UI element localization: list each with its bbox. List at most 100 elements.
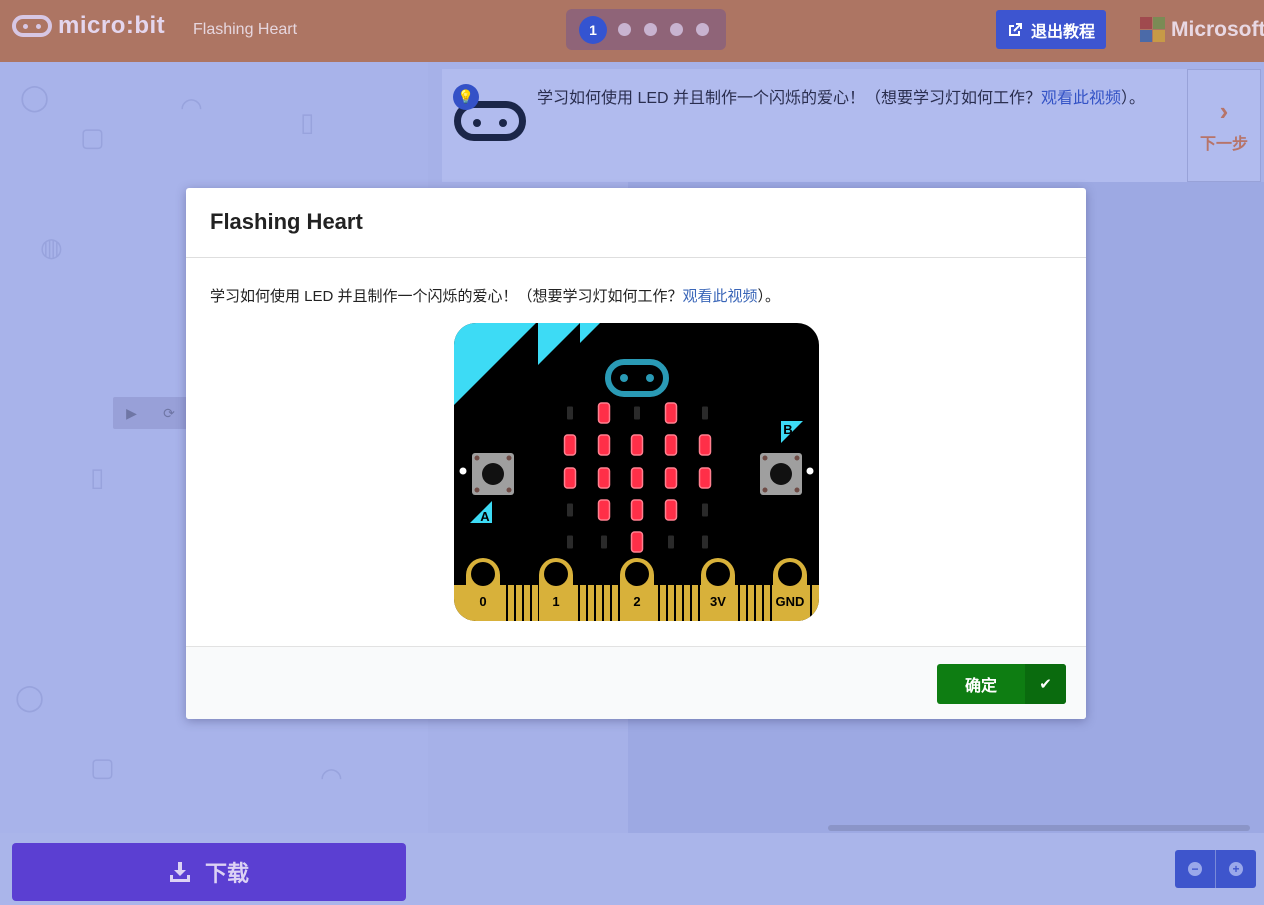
step-3[interactable] (644, 23, 657, 36)
next-step-button[interactable]: › 下一步 (1187, 69, 1261, 182)
modal-header: Flashing Heart (186, 188, 1086, 258)
modal-description: 学习如何使用 LED 并且制作一个闪烁的爱心！（想要学习灯如何工作？观看此视频）… (210, 285, 1062, 306)
led-off (702, 406, 708, 420)
edge-strip (738, 585, 740, 621)
watch-video-link[interactable]: 观看此视频 (1041, 90, 1121, 107)
horizontal-scrollbar[interactable] (828, 825, 1250, 831)
ok-label: 确定 (964, 678, 997, 695)
led-on (630, 531, 644, 553)
modal-footer: 确定 ✔ (186, 646, 1086, 719)
microbit-board: A B 0 1 2 3V GND (454, 323, 819, 621)
microsoft-logo[interactable]: Microsoft (1140, 17, 1264, 42)
external-link-icon (1008, 22, 1022, 36)
edge-strip (594, 585, 596, 621)
led-on (597, 402, 611, 424)
zoom-in-icon: + (1229, 862, 1243, 876)
simulator-controls: ▶ ⟳ (113, 397, 188, 429)
pattern-icon: ▢ (80, 122, 105, 152)
pin-gnd[interactable]: GND (773, 558, 807, 621)
chevron-right-icon: › (1219, 95, 1229, 126)
ok-button[interactable]: 确定 ✔ (937, 664, 1066, 704)
pin-label: 2 (633, 594, 640, 609)
led-off (668, 535, 674, 549)
edge-strip (522, 585, 524, 621)
download-icon (169, 862, 190, 882)
pattern-icon: ◠ (180, 92, 203, 122)
pattern-icon: ▢ (90, 752, 115, 782)
modal-description-text: 学习如何使用 LED 并且制作一个闪烁的爱心！（想要学习灯如何工作？ (210, 288, 683, 305)
edge-strip (746, 585, 748, 621)
edge-strip (810, 585, 812, 621)
led-on (563, 434, 577, 456)
button-a-label: A (480, 509, 490, 524)
tutorial-instruction-suffix: ）。 (1121, 90, 1146, 107)
step-4[interactable] (670, 23, 683, 36)
pin-1[interactable]: 1 (539, 558, 573, 621)
watch-video-link[interactable]: 观看此视频 (683, 288, 758, 305)
led-off (567, 406, 573, 420)
led-on (664, 402, 678, 424)
pin-2[interactable]: 2 (620, 558, 654, 621)
pin-label: GND (776, 594, 805, 609)
edge-strip (770, 585, 772, 621)
pattern-icon: ▯ (300, 107, 315, 137)
download-button[interactable]: 下载 (12, 843, 406, 901)
led-on (563, 467, 577, 489)
restart-icon[interactable]: ⟳ (163, 405, 175, 422)
led-on (664, 499, 678, 521)
edge-strip (530, 585, 532, 621)
zoom-out-button[interactable]: − (1175, 850, 1215, 888)
step-2[interactable] (618, 23, 631, 36)
step-1[interactable]: 1 (579, 15, 607, 44)
modal-title: Flashing Heart (210, 209, 363, 234)
microbit-board-image: A B 0 1 2 3V GND (454, 323, 819, 621)
top-bar: micro:bit Flashing Heart 1 退出教程 Microsof… (0, 0, 1264, 62)
edge-strip (698, 585, 700, 621)
pattern-icon: ◯ (15, 682, 45, 712)
edge-strip (754, 585, 756, 621)
tutorial-intro-modal: Flashing Heart 学习如何使用 LED 并且制作一个闪烁的爱心！（想… (186, 188, 1086, 719)
led-off (702, 503, 708, 517)
step-5[interactable] (696, 23, 709, 36)
logo-text: micro:bit (58, 12, 166, 39)
edge-strip (610, 585, 612, 621)
led-on (698, 467, 712, 489)
pin-label: 0 (479, 594, 486, 609)
microbit-logo[interactable]: micro:bit (12, 12, 165, 40)
edge-strip (602, 585, 604, 621)
led-on (597, 467, 611, 489)
pin-3v[interactable]: 3V (701, 558, 735, 621)
tutorial-stepper: 1 (566, 9, 726, 50)
led-off (567, 503, 573, 517)
pin-0[interactable]: 0 (466, 558, 500, 621)
zoom-out-icon: − (1188, 862, 1202, 876)
pattern-icon: ◍ (40, 232, 63, 262)
play-icon[interactable]: ▶ (126, 405, 137, 422)
led-on (597, 434, 611, 456)
microbit-logo-icon (12, 15, 52, 37)
led-on (664, 467, 678, 489)
tutorial-name: Flashing Heart (193, 21, 298, 38)
pattern-icon: ◯ (20, 82, 50, 112)
edge-strip (578, 585, 580, 621)
edge-strip (682, 585, 684, 621)
edge-strip (658, 585, 660, 621)
zoom-in-button[interactable]: + (1215, 850, 1256, 888)
exit-tutorial-label: 退出教程 (1030, 23, 1095, 41)
led-on (630, 434, 644, 456)
pattern-icon: ◠ (320, 762, 343, 792)
button-b-label: B (783, 422, 792, 437)
exit-tutorial-button[interactable]: 退出教程 (996, 10, 1106, 49)
edge-dot (459, 467, 467, 475)
checkmark-icon: ✔ (1025, 664, 1066, 704)
tutorial-instruction-text: 学习如何使用 LED 并且制作一个闪烁的爱心！（想要学习灯如何工作？ (537, 90, 1042, 107)
led-on (597, 499, 611, 521)
edge-strip (618, 585, 620, 621)
lightbulb-icon[interactable]: 💡 (453, 84, 479, 110)
edge-dot (806, 467, 814, 475)
led-off (702, 535, 708, 549)
edge-strip (762, 585, 764, 621)
zoom-controls: − + (1175, 850, 1256, 888)
modal-description-suffix: ）。 (757, 288, 781, 305)
edge-strip (690, 585, 692, 621)
